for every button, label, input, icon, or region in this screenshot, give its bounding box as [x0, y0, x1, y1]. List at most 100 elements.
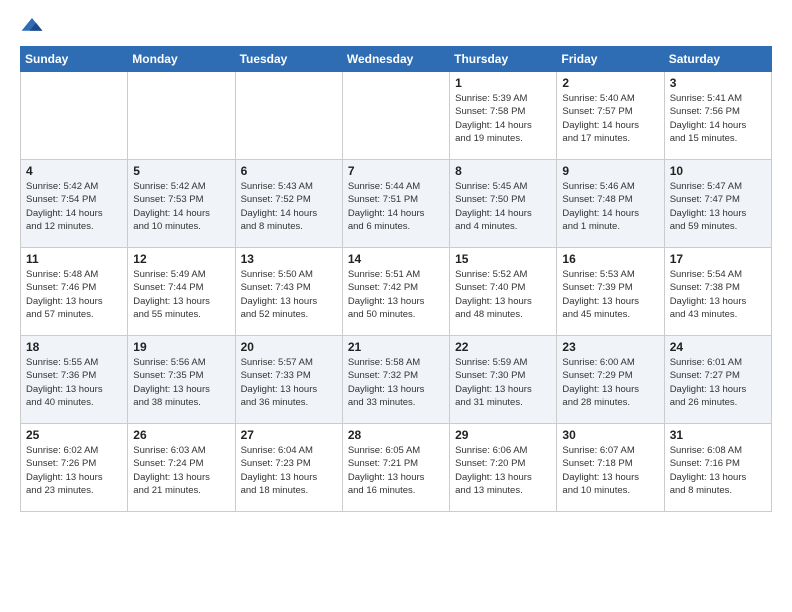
page-header	[20, 16, 772, 36]
day-number: 19	[133, 340, 229, 354]
day-number: 2	[562, 76, 658, 90]
calendar-cell: 1 Sunrise: 5:39 AM Sunset: 7:58 PM Daylig…	[450, 72, 557, 160]
day-number: 11	[26, 252, 122, 266]
calendar-cell: 20 Sunrise: 5:57 AM Sunset: 7:33 PM Dayli…	[235, 336, 342, 424]
calendar-cell: 10 Sunrise: 5:47 AM Sunset: 7:47 PM Dayli…	[664, 160, 771, 248]
calendar-cell: 30 Sunrise: 6:07 AM Sunset: 7:18 PM Dayli…	[557, 424, 664, 512]
day-number: 7	[348, 164, 444, 178]
day-number: 10	[670, 164, 766, 178]
day-number: 31	[670, 428, 766, 442]
weekday-header: Sunday	[21, 47, 128, 72]
day-number: 26	[133, 428, 229, 442]
day-number: 30	[562, 428, 658, 442]
cell-info: Sunrise: 6:02 AM Sunset: 7:26 PM Dayligh…	[26, 444, 122, 497]
cell-info: Sunrise: 5:42 AM Sunset: 7:54 PM Dayligh…	[26, 180, 122, 233]
calendar-cell: 23 Sunrise: 6:00 AM Sunset: 7:29 PM Dayli…	[557, 336, 664, 424]
calendar-cell: 2 Sunrise: 5:40 AM Sunset: 7:57 PM Daylig…	[557, 72, 664, 160]
calendar-cell: 27 Sunrise: 6:04 AM Sunset: 7:23 PM Dayli…	[235, 424, 342, 512]
cell-info: Sunrise: 5:55 AM Sunset: 7:36 PM Dayligh…	[26, 356, 122, 409]
day-number: 13	[241, 252, 337, 266]
calendar-cell: 13 Sunrise: 5:50 AM Sunset: 7:43 PM Dayli…	[235, 248, 342, 336]
day-number: 25	[26, 428, 122, 442]
cell-info: Sunrise: 6:00 AM Sunset: 7:29 PM Dayligh…	[562, 356, 658, 409]
day-number: 27	[241, 428, 337, 442]
calendar-cell: 4 Sunrise: 5:42 AM Sunset: 7:54 PM Daylig…	[21, 160, 128, 248]
cell-info: Sunrise: 6:08 AM Sunset: 7:16 PM Dayligh…	[670, 444, 766, 497]
day-number: 24	[670, 340, 766, 354]
day-number: 23	[562, 340, 658, 354]
cell-info: Sunrise: 5:48 AM Sunset: 7:46 PM Dayligh…	[26, 268, 122, 321]
cell-info: Sunrise: 5:54 AM Sunset: 7:38 PM Dayligh…	[670, 268, 766, 321]
day-number: 29	[455, 428, 551, 442]
cell-info: Sunrise: 5:51 AM Sunset: 7:42 PM Dayligh…	[348, 268, 444, 321]
day-number: 3	[670, 76, 766, 90]
cell-info: Sunrise: 5:50 AM Sunset: 7:43 PM Dayligh…	[241, 268, 337, 321]
weekday-header: Friday	[557, 47, 664, 72]
day-number: 14	[348, 252, 444, 266]
calendar-cell: 25 Sunrise: 6:02 AM Sunset: 7:26 PM Dayli…	[21, 424, 128, 512]
cell-info: Sunrise: 5:49 AM Sunset: 7:44 PM Dayligh…	[133, 268, 229, 321]
day-number: 28	[348, 428, 444, 442]
cell-info: Sunrise: 5:57 AM Sunset: 7:33 PM Dayligh…	[241, 356, 337, 409]
calendar-cell	[21, 72, 128, 160]
calendar-cell: 28 Sunrise: 6:05 AM Sunset: 7:21 PM Dayli…	[342, 424, 449, 512]
calendar-cell: 18Sunrise: 5:55 AM Sunset: 7:36 PM Dayli…	[21, 336, 128, 424]
cell-info: Sunrise: 5:42 AM Sunset: 7:53 PM Dayligh…	[133, 180, 229, 233]
day-number: 4	[26, 164, 122, 178]
weekday-header: Wednesday	[342, 47, 449, 72]
day-number: 20	[241, 340, 337, 354]
calendar-cell: 15 Sunrise: 5:52 AM Sunset: 7:40 PM Dayli…	[450, 248, 557, 336]
calendar-cell: 14 Sunrise: 5:51 AM Sunset: 7:42 PM Dayli…	[342, 248, 449, 336]
cell-info: Sunrise: 6:05 AM Sunset: 7:21 PM Dayligh…	[348, 444, 444, 497]
calendar-cell: 7Sunrise: 5:44 AM Sunset: 7:51 PM Daylig…	[342, 160, 449, 248]
day-number: 6	[241, 164, 337, 178]
calendar-cell: 3 Sunrise: 5:41 AM Sunset: 7:56 PM Daylig…	[664, 72, 771, 160]
calendar-cell: 5 Sunrise: 5:42 AM Sunset: 7:53 PM Daylig…	[128, 160, 235, 248]
cell-info: Sunrise: 6:06 AM Sunset: 7:20 PM Dayligh…	[455, 444, 551, 497]
cell-info: Sunrise: 6:07 AM Sunset: 7:18 PM Dayligh…	[562, 444, 658, 497]
calendar-cell: 19 Sunrise: 5:56 AM Sunset: 7:35 PM Dayli…	[128, 336, 235, 424]
cell-info: Sunrise: 5:47 AM Sunset: 7:47 PM Dayligh…	[670, 180, 766, 233]
cell-info: Sunrise: 5:45 AM Sunset: 7:50 PM Dayligh…	[455, 180, 551, 233]
logo-icon	[20, 16, 44, 36]
calendar-cell: 6 Sunrise: 5:43 AM Sunset: 7:52 PM Daylig…	[235, 160, 342, 248]
day-number: 1	[455, 76, 551, 90]
day-number: 5	[133, 164, 229, 178]
cell-info: Sunrise: 6:01 AM Sunset: 7:27 PM Dayligh…	[670, 356, 766, 409]
cell-info: Sunrise: 5:52 AM Sunset: 7:40 PM Dayligh…	[455, 268, 551, 321]
day-number: 17	[670, 252, 766, 266]
day-number: 9	[562, 164, 658, 178]
day-number: 8	[455, 164, 551, 178]
calendar-cell: 29 Sunrise: 6:06 AM Sunset: 7:20 PM Dayli…	[450, 424, 557, 512]
calendar-table: SundayMondayTuesdayWednesdayThursdayFrid…	[20, 46, 772, 512]
calendar-cell: 8 Sunrise: 5:45 AM Sunset: 7:50 PM Daylig…	[450, 160, 557, 248]
calendar-cell: 17 Sunrise: 5:54 AM Sunset: 7:38 PM Dayli…	[664, 248, 771, 336]
day-number: 16	[562, 252, 658, 266]
day-number: 12	[133, 252, 229, 266]
calendar-cell: 26 Sunrise: 6:03 AM Sunset: 7:24 PM Dayli…	[128, 424, 235, 512]
calendar-cell: 24 Sunrise: 6:01 AM Sunset: 7:27 PM Dayli…	[664, 336, 771, 424]
logo	[20, 16, 48, 36]
cell-info: Sunrise: 5:43 AM Sunset: 7:52 PM Dayligh…	[241, 180, 337, 233]
calendar-cell	[235, 72, 342, 160]
calendar-cell	[128, 72, 235, 160]
calendar-cell: 9Sunrise: 5:46 AM Sunset: 7:48 PM Daylig…	[557, 160, 664, 248]
calendar-cell: 11 Sunrise: 5:48 AM Sunset: 7:46 PM Dayli…	[21, 248, 128, 336]
day-number: 22	[455, 340, 551, 354]
calendar-cell: 31 Sunrise: 6:08 AM Sunset: 7:16 PM Dayli…	[664, 424, 771, 512]
weekday-header: Saturday	[664, 47, 771, 72]
cell-info: Sunrise: 6:04 AM Sunset: 7:23 PM Dayligh…	[241, 444, 337, 497]
calendar-cell: 16 Sunrise: 5:53 AM Sunset: 7:39 PM Dayli…	[557, 248, 664, 336]
cell-info: Sunrise: 5:40 AM Sunset: 7:57 PM Dayligh…	[562, 92, 658, 145]
cell-info: Sunrise: 5:53 AM Sunset: 7:39 PM Dayligh…	[562, 268, 658, 321]
calendar-cell: 21Sunrise: 5:58 AM Sunset: 7:32 PM Dayli…	[342, 336, 449, 424]
cell-info: Sunrise: 5:41 AM Sunset: 7:56 PM Dayligh…	[670, 92, 766, 145]
cell-info: Sunrise: 5:58 AM Sunset: 7:32 PM Dayligh…	[348, 356, 444, 409]
cell-info: Sunrise: 6:03 AM Sunset: 7:24 PM Dayligh…	[133, 444, 229, 497]
weekday-header: Thursday	[450, 47, 557, 72]
cell-info: Sunrise: 5:56 AM Sunset: 7:35 PM Dayligh…	[133, 356, 229, 409]
day-number: 15	[455, 252, 551, 266]
cell-info: Sunrise: 5:59 AM Sunset: 7:30 PM Dayligh…	[455, 356, 551, 409]
cell-info: Sunrise: 5:39 AM Sunset: 7:58 PM Dayligh…	[455, 92, 551, 145]
calendar-cell: 22 Sunrise: 5:59 AM Sunset: 7:30 PM Dayli…	[450, 336, 557, 424]
